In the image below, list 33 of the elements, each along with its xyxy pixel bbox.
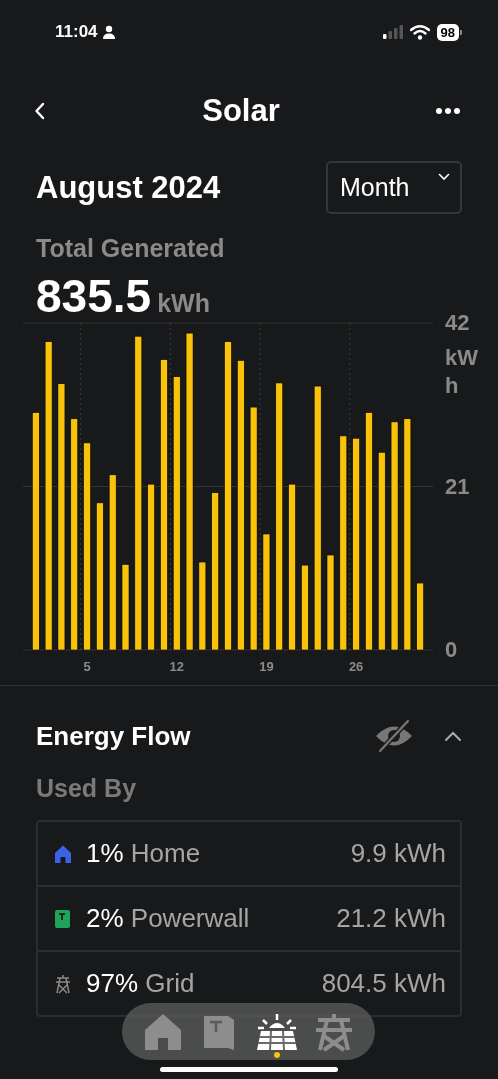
range-dropdown[interactable]: Month (326, 161, 462, 214)
y-axis-label: 42 (445, 311, 470, 335)
wifi-icon (409, 24, 430, 40)
x-axis-label: 5 (83, 659, 91, 674)
total-label: Total Generated (36, 233, 226, 263)
signal-icon (382, 25, 403, 39)
eye-slash-icon[interactable] (374, 719, 414, 753)
x-axis-label: 26 (348, 659, 364, 674)
total-value: 835.5 (36, 272, 152, 320)
y-axis-unit: kWh (445, 344, 479, 400)
battery-icon: 98 (436, 23, 462, 41)
x-axis-label: 12 (169, 659, 184, 674)
caret-icon (438, 173, 450, 181)
section-title: Energy Flow (36, 720, 191, 752)
usage-value: 804.5 kWh (321, 968, 446, 999)
status-time: 11:04 (55, 22, 98, 42)
more-icon[interactable] (435, 107, 461, 115)
usage-value: 21.2 kWh (336, 903, 446, 934)
chart-bar (416, 582, 424, 651)
usage-label: 2% Powerwall (86, 903, 250, 934)
collapse-icon[interactable] (444, 730, 462, 742)
usage-label: 97% Grid (86, 968, 195, 999)
y-axis-label: 21 (445, 474, 470, 499)
y-axis-label: 0 (445, 638, 458, 662)
person-icon (101, 25, 116, 39)
usage-value: 9.9 kWh (350, 838, 446, 869)
back-icon[interactable] (33, 101, 47, 121)
usage-label: 1% Home (86, 838, 201, 869)
page-title: Solar (202, 93, 280, 129)
section-subtitle: Used By (36, 773, 138, 803)
period-title: August 2024 (36, 169, 221, 206)
x-axis-label: 19 (259, 659, 274, 674)
total-unit: kWh (157, 289, 210, 318)
